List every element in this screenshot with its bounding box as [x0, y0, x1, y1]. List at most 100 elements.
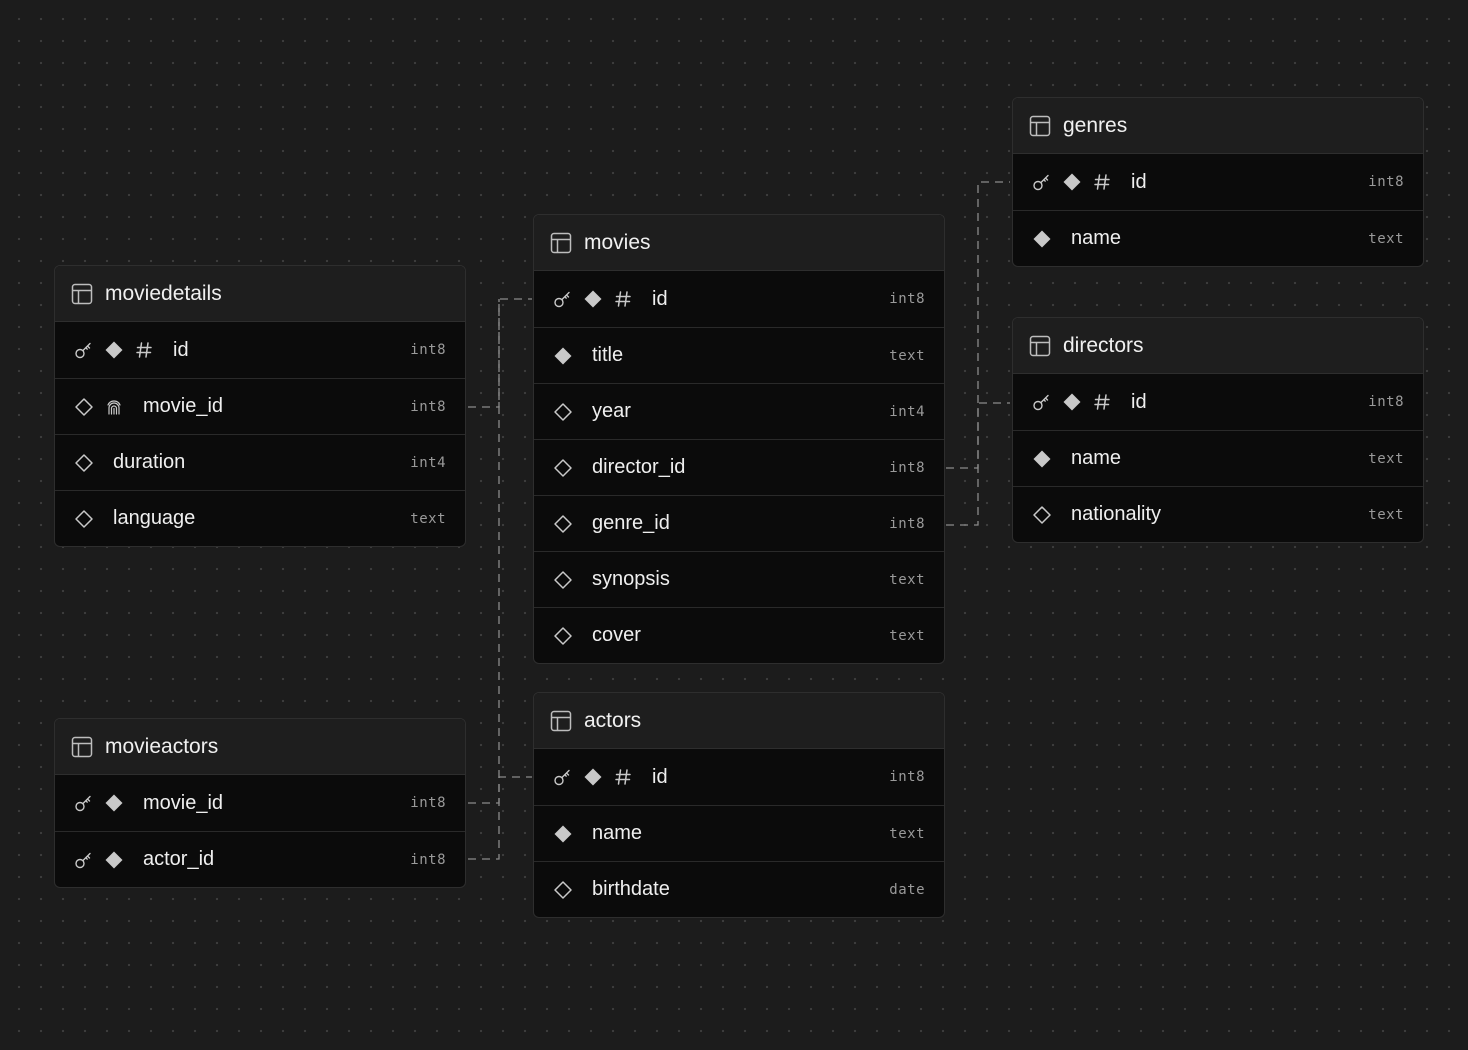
outline-diamond-icon	[552, 401, 574, 423]
filled-diamond-icon	[552, 345, 574, 367]
table-name: directors	[1063, 333, 1144, 357]
key-icon	[73, 339, 95, 361]
table-header[interactable]: movieactors	[55, 719, 465, 775]
column-name: name	[592, 822, 643, 844]
table-header[interactable]: moviedetails	[55, 266, 465, 322]
column-row-movie_id[interactable]: movie_id int8	[55, 775, 465, 831]
column-row-duration[interactable]: duration int4	[55, 434, 465, 490]
column-type: int4	[410, 454, 446, 471]
outline-diamond-icon	[552, 879, 574, 901]
column-row-cover[interactable]: cover text	[534, 607, 944, 663]
column-name: duration	[113, 451, 186, 473]
column-row-actor_id[interactable]: actor_id int8	[55, 831, 465, 887]
filled-diamond-icon	[103, 849, 125, 871]
column-name: cover	[592, 624, 641, 646]
table-name: genres	[1063, 113, 1128, 137]
outline-diamond-icon	[1031, 504, 1053, 526]
table-icon	[550, 710, 572, 732]
connector-movieactors-actor_id-to-actors-id	[468, 776, 532, 860]
column-row-name[interactable]: name text	[1013, 430, 1423, 486]
table-header[interactable]: genres	[1013, 98, 1423, 154]
column-name: title	[592, 344, 624, 366]
column-row-movie_id[interactable]: movie_id int8	[55, 378, 465, 434]
column-name: id	[1131, 170, 1147, 193]
table-actors[interactable]: actors id int8 name text birthdate date	[533, 692, 945, 918]
table-icon	[1029, 335, 1051, 357]
column-name: name	[1071, 447, 1122, 469]
column-type: int8	[889, 769, 925, 785]
column-row-id[interactable]: id int8	[534, 749, 944, 805]
table-moviedetails[interactable]: moviedetails id int8 movie_id int8 duration in…	[54, 265, 466, 547]
column-row-genre_id[interactable]: genre_id int8	[534, 495, 944, 551]
column-type: text	[889, 627, 925, 644]
column-type: text	[889, 825, 925, 842]
table-icon	[550, 232, 572, 254]
table-header[interactable]: actors	[534, 693, 944, 749]
fingerprint-icon	[103, 396, 125, 418]
table-movies[interactable]: movies id int8 title text year int4 director_id…	[533, 214, 945, 664]
column-row-id[interactable]: id int8	[55, 322, 465, 378]
column-name: actor_id	[143, 848, 215, 870]
column-row-title[interactable]: title text	[534, 327, 944, 383]
column-type: text	[889, 571, 925, 588]
key-icon	[73, 792, 95, 814]
connector-movies-director_id-to-directors-id	[946, 402, 1010, 469]
connector-moviedetails-movie_id-to-movies-id	[468, 298, 532, 408]
filled-diamond-icon	[552, 823, 574, 845]
column-type: text	[1368, 450, 1404, 467]
table-genres[interactable]: genres id int8 name text	[1012, 97, 1424, 267]
table-icon	[71, 283, 93, 305]
column-type: int8	[1368, 394, 1404, 410]
column-type: int8	[889, 291, 925, 307]
key-icon	[73, 849, 95, 871]
column-row-birthdate[interactable]: birthdate date	[534, 861, 944, 917]
column-name: id	[1131, 390, 1147, 413]
key-icon	[552, 288, 574, 310]
column-type: text	[1368, 506, 1404, 523]
filled-diamond-icon	[103, 339, 125, 361]
table-name: movies	[584, 230, 651, 254]
filled-diamond-icon	[582, 288, 604, 310]
column-name: id	[173, 338, 189, 361]
column-type: int8	[889, 515, 925, 532]
table-header[interactable]: directors	[1013, 318, 1423, 374]
column-name: nationality	[1071, 503, 1162, 525]
column-row-year[interactable]: year int4	[534, 383, 944, 439]
column-row-synopsis[interactable]: synopsis text	[534, 551, 944, 607]
hash-icon	[612, 766, 634, 788]
connector-movies-genre_id-to-genres-id	[946, 181, 1010, 526]
outline-diamond-icon	[552, 569, 574, 591]
outline-diamond-icon	[552, 457, 574, 479]
table-name: movieactors	[105, 734, 219, 758]
column-type: int4	[889, 403, 925, 420]
filled-diamond-icon	[1031, 448, 1053, 470]
column-name: movie_id	[143, 791, 224, 814]
column-name: synopsis	[592, 568, 670, 590]
key-icon	[552, 766, 574, 788]
column-type: int8	[1368, 174, 1404, 190]
outline-diamond-icon	[73, 396, 95, 418]
column-row-director_id[interactable]: director_id int8	[534, 439, 944, 495]
column-row-nationality[interactable]: nationality text	[1013, 486, 1423, 542]
column-type: text	[889, 347, 925, 364]
column-name: movie_id	[143, 395, 224, 417]
column-row-id[interactable]: id int8	[1013, 154, 1423, 210]
filled-diamond-icon	[582, 766, 604, 788]
table-movieactors[interactable]: movieactors movie_id int8 actor_id int8	[54, 718, 466, 888]
column-type: int8	[410, 795, 446, 811]
column-row-id[interactable]: id int8	[534, 271, 944, 327]
column-row-id[interactable]: id int8	[1013, 374, 1423, 430]
key-icon	[1031, 391, 1053, 413]
column-name: genre_id	[592, 512, 670, 534]
column-name: id	[652, 765, 668, 788]
hash-icon	[1091, 171, 1113, 193]
column-row-name[interactable]: name text	[1013, 210, 1423, 266]
column-row-language[interactable]: language text	[55, 490, 465, 546]
table-header[interactable]: movies	[534, 215, 944, 271]
table-directors[interactable]: directors id int8 name text nationality text	[1012, 317, 1424, 543]
table-name: moviedetails	[105, 281, 222, 305]
column-name: language	[113, 507, 196, 529]
column-type: text	[1368, 230, 1404, 247]
column-row-name[interactable]: name text	[534, 805, 944, 861]
hash-icon	[1091, 391, 1113, 413]
